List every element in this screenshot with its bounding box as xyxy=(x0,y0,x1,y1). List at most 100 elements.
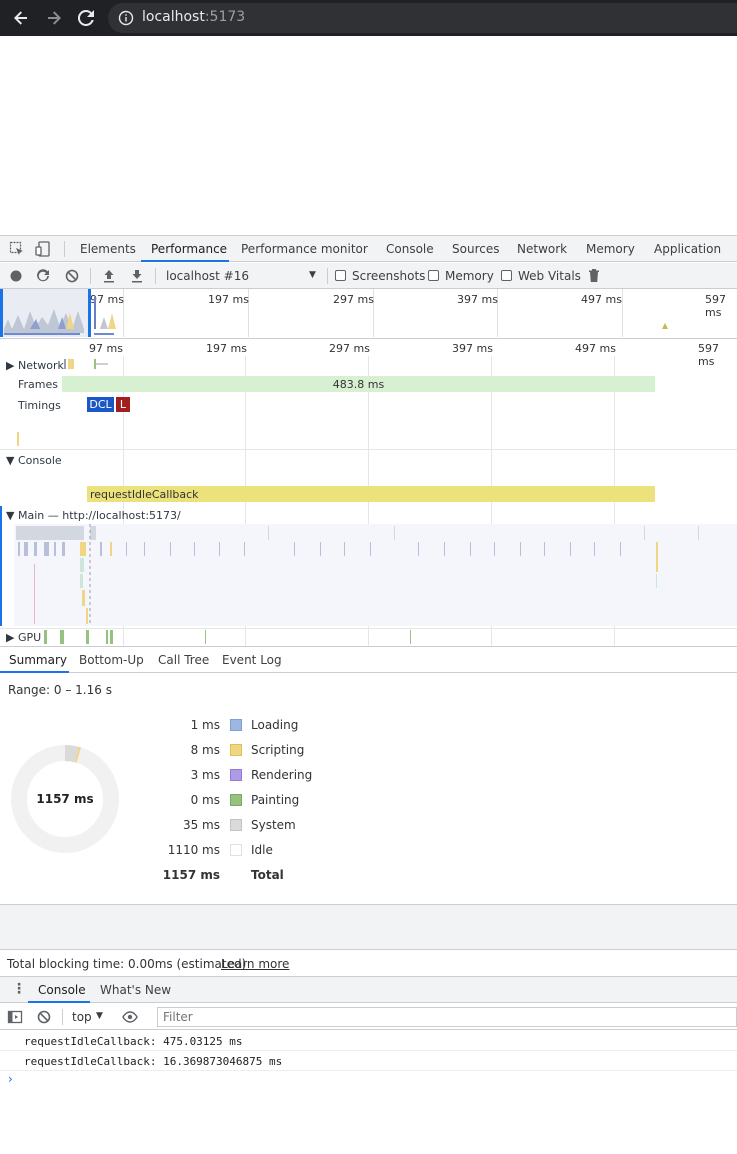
legend-value: 0 ms xyxy=(190,793,220,807)
tab-summary[interactable]: Summary xyxy=(9,653,67,667)
tab-bottom-up[interactable]: Bottom-Up xyxy=(79,653,144,667)
active-tab-indicator xyxy=(141,260,229,262)
frame-duration: 483.8 ms xyxy=(332,378,385,391)
legend-name: Scripting xyxy=(251,743,305,757)
toolbar-divider xyxy=(327,268,328,284)
legend-name: Loading xyxy=(251,718,299,732)
tab-elements[interactable]: Elements xyxy=(80,242,136,256)
collapse-arrow-icon[interactable]: ▼ xyxy=(6,509,14,522)
console-timing-label: requestIdleCallback xyxy=(90,488,199,501)
dropdown-arrow-icon[interactable]: ▼ xyxy=(96,1011,103,1021)
legend-row-total: 1157 ms Total xyxy=(150,868,400,884)
tab-application[interactable]: Application xyxy=(654,242,721,256)
timing-tick xyxy=(17,432,19,446)
dcl-marker[interactable]: DCL xyxy=(87,397,114,412)
gpu-tasks xyxy=(44,630,411,644)
context-select[interactable]: top xyxy=(72,1010,92,1024)
legend-value: 1 ms xyxy=(190,718,220,732)
browser-toolbar: localhost:5173 xyxy=(0,0,737,36)
tab-performance[interactable]: Performance xyxy=(151,242,227,256)
legend-value: 3 ms xyxy=(190,768,220,782)
tab-sources[interactable]: Sources xyxy=(452,242,499,256)
upload-icon[interactable] xyxy=(101,268,117,284)
gpu-track[interactable]: ▶ GPU xyxy=(0,628,737,645)
tab-memory[interactable]: Memory xyxy=(586,242,635,256)
console-prompt-icon[interactable]: › xyxy=(8,1072,13,1086)
url-text: localhost:5173 xyxy=(142,9,246,25)
legend-row-scripting: 8 ms Scripting xyxy=(150,743,400,759)
tab-call-tree[interactable]: Call Tree xyxy=(158,653,209,667)
sidebar-toggle-icon[interactable] xyxy=(7,1009,23,1025)
legend-name: Painting xyxy=(251,793,300,807)
reload-icon[interactable] xyxy=(74,6,98,30)
web-vitals-label: Web Vitals xyxy=(518,269,581,283)
back-icon[interactable] xyxy=(9,6,33,30)
console-toolbar: top ▼ xyxy=(0,1004,737,1030)
memory-label: Memory xyxy=(445,269,494,283)
legend-row-rendering: 3 ms Rendering xyxy=(150,768,400,784)
track-network-label[interactable]: Network xyxy=(18,359,64,372)
download-icon[interactable] xyxy=(129,268,145,284)
collapse-arrow-icon[interactable]: ▼ xyxy=(6,454,14,467)
legend-name: System xyxy=(251,818,296,832)
tab-network[interactable]: Network xyxy=(517,242,567,256)
clear-icon[interactable] xyxy=(64,268,80,284)
legend-value: 35 ms xyxy=(182,818,220,832)
performance-toolbar: localhost #16 ▼ Screenshots Memory Web V… xyxy=(0,263,737,289)
legend-name: Total xyxy=(251,868,284,882)
track-main-label: Main — http://localhost:5173/ xyxy=(18,509,181,522)
record-icon[interactable] xyxy=(8,268,24,284)
eye-icon[interactable] xyxy=(122,1009,138,1025)
legend-row-system: 35 ms System xyxy=(150,818,400,834)
active-tab-indicator xyxy=(28,1001,90,1003)
legend-name: Rendering xyxy=(251,768,313,782)
trash-icon[interactable] xyxy=(586,268,602,284)
ruler-tick: 197 ms xyxy=(206,342,247,355)
reload-profile-icon[interactable] xyxy=(35,268,51,284)
legend-value: 8 ms xyxy=(190,743,220,757)
address-bar[interactable]: localhost:5173 xyxy=(108,3,737,33)
web-vitals-checkbox[interactable] xyxy=(501,270,512,281)
ruler-tick: 297 ms xyxy=(329,342,370,355)
drawer-menu-icon[interactable]: ⋮ xyxy=(12,981,26,997)
drawer-tab-console[interactable]: Console xyxy=(38,983,86,997)
forward-icon[interactable] xyxy=(42,6,66,30)
expand-arrow-icon[interactable]: ▶ xyxy=(6,631,14,644)
idle-swatch xyxy=(230,844,242,856)
network-requests xyxy=(64,359,108,369)
total-blocking-time: Total blocking time: 0.00ms (estimated) xyxy=(7,957,247,971)
profile-select[interactable]: localhost #16 xyxy=(166,269,249,283)
main-thread-track[interactable]: ▼ Main — http://localhost:5173/ xyxy=(0,506,737,626)
toolbar-divider xyxy=(62,1009,63,1025)
legend-value: 1110 ms xyxy=(167,843,220,857)
drawer-tab-whats-new[interactable]: What's New xyxy=(100,983,171,997)
toolbar-divider xyxy=(155,268,156,284)
console-timing-bar[interactable]: requestIdleCallback xyxy=(87,486,655,502)
ruler-tick: 97 ms xyxy=(89,342,123,355)
devtools-panel: Elements Performance Performance monitor… xyxy=(0,235,737,1154)
ruler-tick: 597 ms xyxy=(698,342,719,368)
learn-more-link[interactable]: Learn more xyxy=(221,957,289,971)
timeline-overview[interactable]: 97 ms 197 ms 297 ms 397 ms 497 ms 597 ms xyxy=(0,289,737,339)
rendering-swatch xyxy=(230,769,242,781)
memory-checkbox[interactable] xyxy=(428,270,439,281)
system-swatch xyxy=(230,819,242,831)
clear-console-icon[interactable] xyxy=(36,1009,52,1025)
device-toolbar-icon[interactable] xyxy=(35,241,51,257)
scripting-swatch xyxy=(230,744,242,756)
frame-bar[interactable]: 483.8 ms xyxy=(62,376,655,392)
screenshots-checkbox[interactable] xyxy=(335,270,346,281)
inspect-element-icon[interactable] xyxy=(9,241,25,257)
legend-name: Idle xyxy=(251,843,273,857)
dropdown-arrow-icon[interactable]: ▼ xyxy=(309,270,316,280)
load-marker[interactable]: L xyxy=(116,397,130,412)
tab-console[interactable]: Console xyxy=(386,242,434,256)
track-console-label[interactable]: Console xyxy=(18,454,62,467)
tab-performance-monitor[interactable]: Performance monitor xyxy=(241,242,368,256)
painting-swatch xyxy=(230,794,242,806)
site-info-icon[interactable] xyxy=(118,10,134,26)
tab-event-log[interactable]: Event Log xyxy=(222,653,282,667)
expand-arrow-icon[interactable]: ▶ xyxy=(6,359,14,372)
console-filter-input[interactable] xyxy=(157,1007,737,1027)
ruler-tick: 397 ms xyxy=(452,342,493,355)
